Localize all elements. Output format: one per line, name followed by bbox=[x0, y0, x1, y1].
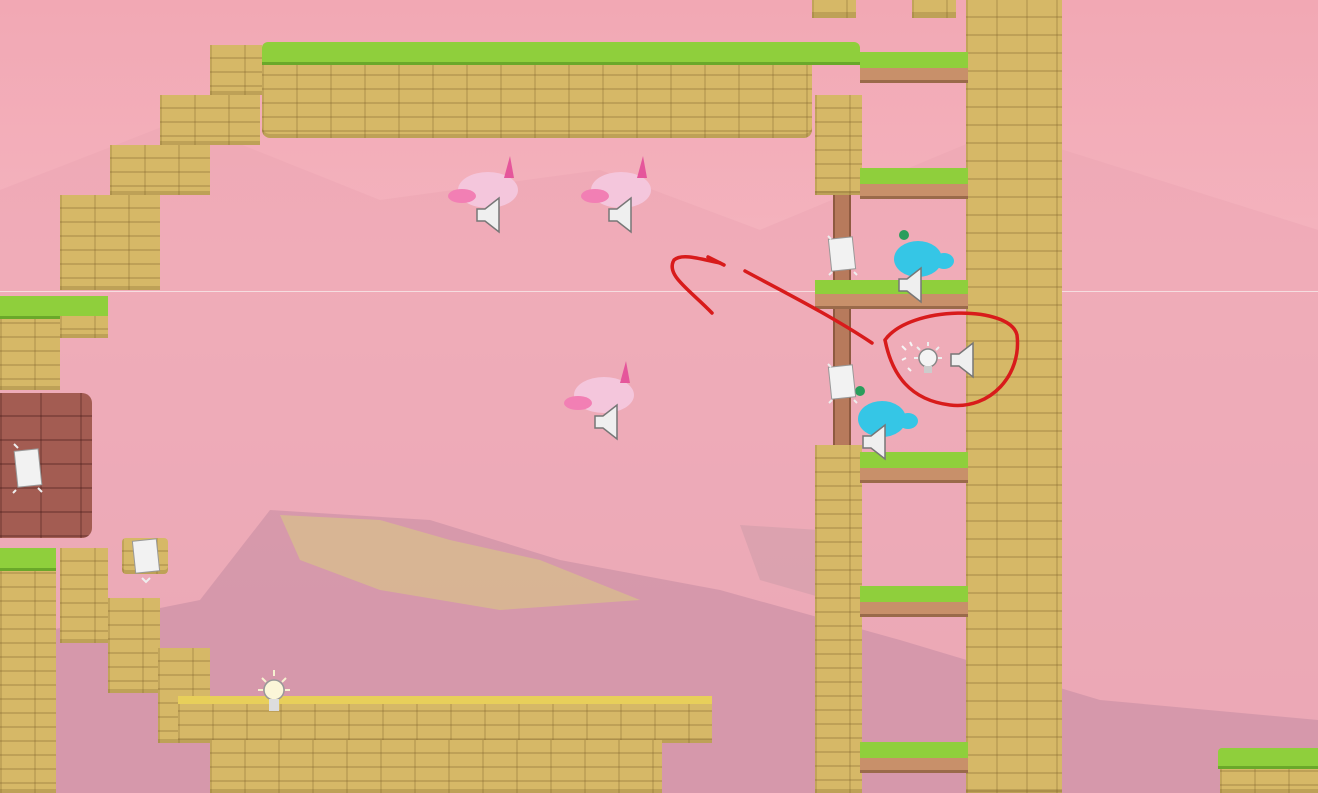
particle-emitter-icon[interactable] bbox=[10, 440, 46, 496]
top-platform-grass bbox=[262, 42, 860, 65]
left-ledge-top bbox=[60, 316, 108, 338]
particle-emitter-icon[interactable] bbox=[128, 534, 164, 584]
bottom-right-ledge-grass bbox=[1218, 748, 1318, 769]
thin-pillar-lower bbox=[815, 445, 862, 793]
stair-block bbox=[160, 95, 260, 145]
left-ledge bbox=[0, 310, 60, 390]
bottom-stair bbox=[108, 598, 160, 693]
stair-block bbox=[60, 195, 160, 290]
game-viewport[interactable] bbox=[0, 0, 1318, 793]
rung-5-base bbox=[860, 602, 968, 617]
bottom-left-pillar-grass bbox=[0, 548, 56, 571]
rung-2-base bbox=[860, 184, 968, 199]
red-annotation bbox=[670, 255, 1020, 408]
top-block-2 bbox=[912, 0, 956, 18]
speaker-icon[interactable] bbox=[606, 195, 636, 235]
top-block-1 bbox=[812, 0, 856, 18]
rung-6-base bbox=[860, 758, 968, 773]
light-bulb-icon[interactable] bbox=[254, 668, 294, 720]
bottom-left-pillar bbox=[0, 560, 56, 793]
speaker-icon[interactable] bbox=[592, 402, 622, 442]
rung-4-base bbox=[860, 468, 968, 483]
stair-block bbox=[210, 45, 262, 95]
viewport-divider-line bbox=[0, 291, 1318, 292]
bottom-stair bbox=[60, 548, 108, 643]
rung-1-base bbox=[860, 68, 968, 83]
thin-pillar-upper bbox=[815, 95, 862, 195]
bottom-platform-base bbox=[210, 740, 662, 793]
speaker-icon[interactable] bbox=[474, 195, 504, 235]
stair-block bbox=[110, 145, 210, 195]
speaker-icon[interactable] bbox=[860, 422, 890, 462]
